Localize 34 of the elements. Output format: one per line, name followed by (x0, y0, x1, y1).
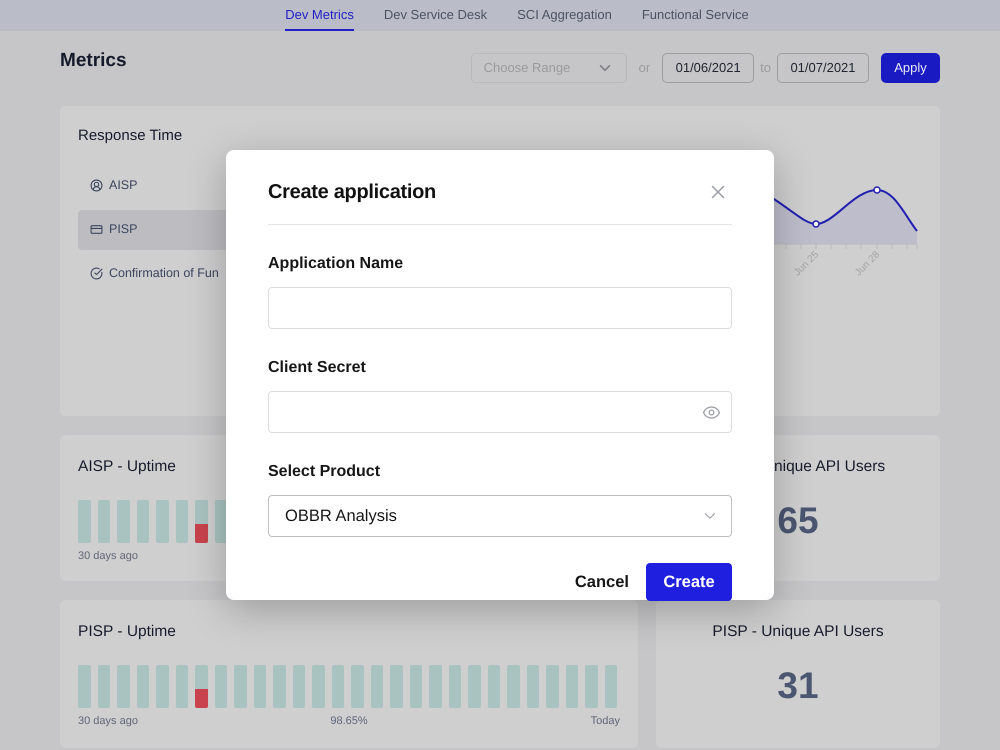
user-count: 31 (777, 664, 819, 708)
uptime-percent: 98.65% (330, 714, 368, 730)
card-title: nique API Users (774, 457, 886, 477)
card-icon (90, 223, 103, 236)
nav-tab[interactable]: SCI Aggregation (517, 0, 612, 31)
field-label: Select Product (268, 462, 382, 482)
field-label: Application Name (268, 254, 404, 274)
page-title: Metrics (60, 48, 127, 73)
user-count: 65 (777, 499, 819, 544)
create-button[interactable]: Create (646, 563, 732, 601)
user-icon (90, 179, 103, 192)
end-label: Today (590, 714, 620, 730)
dialog-title: Create application (268, 180, 436, 205)
check-circle-icon (90, 267, 103, 280)
field-label: Client Secret (268, 358, 367, 378)
date-field[interactable]: 01/07/2021 (777, 53, 869, 83)
start-label: 30 days ago (78, 714, 139, 730)
card-title: AISP - Uptime (78, 457, 176, 477)
nav-tab[interactable]: Functional Service (642, 0, 749, 31)
card-title: Response Time (78, 126, 184, 146)
nav-tab[interactable]: Dev Service Desk (384, 0, 488, 31)
card-title: PISP - Unique API Users (712, 622, 884, 642)
date-field[interactable]: 01/06/2021 (662, 53, 754, 83)
cancel-button[interactable]: Cancel (574, 570, 629, 594)
secret-field[interactable] (268, 391, 732, 433)
nav-tab[interactable]: Dev Metrics (285, 0, 354, 31)
metric-item[interactable]: Confirmation of Fun (78, 254, 226, 294)
product-select[interactable]: OBBR Analysis (268, 495, 732, 537)
apply-button[interactable]: Apply (881, 53, 940, 83)
input-field[interactable] (268, 287, 732, 329)
start-label: 30 days ago (78, 549, 139, 564)
metric-item[interactable]: PISP (78, 210, 226, 250)
metric-item[interactable]: AISP (78, 166, 226, 206)
card-title: PISP - Uptime (78, 622, 176, 642)
